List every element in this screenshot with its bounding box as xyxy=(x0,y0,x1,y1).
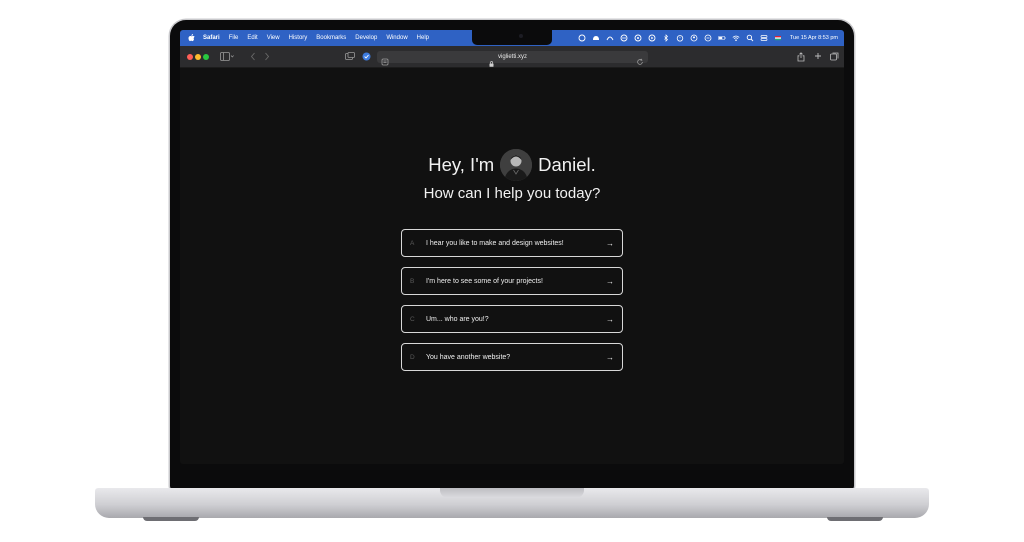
vpn-icon[interactable] xyxy=(704,34,712,42)
play-icon[interactable] xyxy=(648,34,656,42)
apple-menu-icon[interactable] xyxy=(187,34,195,42)
new-tab-icon[interactable] xyxy=(814,52,822,60)
laptop-foot-right xyxy=(827,517,883,521)
safari-toolbar: viglietti.xyz xyxy=(180,46,844,68)
arrow-right-icon: → xyxy=(606,276,614,286)
greeting-name: Daniel. xyxy=(538,154,596,175)
arc-icon[interactable] xyxy=(606,34,614,42)
share-icon[interactable] xyxy=(797,52,805,62)
menubar-clock[interactable]: Tue 15 Apr 8:53 pm xyxy=(790,35,838,41)
arrow-right-icon: → xyxy=(606,238,614,248)
choice-button-c[interactable]: C Um... who are you!? → xyxy=(401,305,623,333)
laptop-thumb-notch xyxy=(440,488,584,498)
user-icon[interactable] xyxy=(690,34,698,42)
laptop-screen: Safari File Edit View History Bookmarks … xyxy=(180,30,844,464)
back-arrow-icon[interactable] xyxy=(250,52,256,61)
sidebar-toggle-icon[interactable] xyxy=(220,52,234,61)
choice-button-b[interactable]: B I'm here to see some of your projects!… xyxy=(401,267,623,295)
camera-icon xyxy=(519,34,523,38)
choice-letter: B xyxy=(410,277,415,285)
menu-bookmarks[interactable]: Bookmarks xyxy=(316,35,346,41)
arrow-right-icon: → xyxy=(606,314,614,324)
choice-letter: D xyxy=(410,353,415,361)
show-all-tabs-icon[interactable] xyxy=(830,52,839,61)
web-page: Hey, I'm Daniel. How can I help you toda… xyxy=(180,68,844,464)
cloud-icon[interactable] xyxy=(578,34,586,42)
menu-app-safari[interactable]: Safari xyxy=(203,35,220,41)
laptop-foot-left xyxy=(143,517,199,521)
menu-edit[interactable]: Edit xyxy=(247,35,257,41)
address-bar[interactable]: viglietti.xyz xyxy=(377,51,648,67)
drive-icon[interactable] xyxy=(634,34,642,42)
page-subtitle: How can I help you today? xyxy=(423,185,601,202)
menu-develop[interactable]: Develop xyxy=(355,35,377,41)
menu-help[interactable]: Help xyxy=(417,35,429,41)
forward-arrow-icon[interactable] xyxy=(264,52,270,61)
minimize-window-button[interactable] xyxy=(195,54,201,60)
sync-icon[interactable] xyxy=(620,34,628,42)
choice-text: I'm here to see some of your projects! xyxy=(426,277,543,285)
avatar xyxy=(500,149,533,181)
search-icon[interactable] xyxy=(746,34,754,42)
extension-icon[interactable] xyxy=(362,52,371,61)
hero-greeting: Hey, I'm Daniel. xyxy=(180,148,844,182)
battery-icon[interactable] xyxy=(718,34,726,42)
choice-button-d[interactable]: D You have another website? → xyxy=(401,343,623,371)
menu-window[interactable]: Window xyxy=(386,35,407,41)
close-window-button[interactable] xyxy=(187,54,193,60)
choice-letter: C xyxy=(410,315,415,323)
choice-text: Um... who are you!? xyxy=(426,315,489,323)
choice-list: A I hear you like to make and design web… xyxy=(401,229,623,381)
laptop-scene: Safari File Edit View History Bookmarks … xyxy=(0,0,1024,542)
greeting-text: Hey, I'm xyxy=(428,154,495,175)
wifi-icon[interactable] xyxy=(732,34,740,42)
tab-overview-icon[interactable] xyxy=(345,52,355,61)
display-notch xyxy=(472,30,552,45)
bluetooth-icon[interactable] xyxy=(662,34,670,42)
menu-history[interactable]: History xyxy=(289,35,308,41)
menu-file[interactable]: File xyxy=(229,35,239,41)
arrow-right-icon: → xyxy=(606,352,614,362)
choice-text: I hear you like to make and design websi… xyxy=(426,239,564,247)
flag-icon[interactable] xyxy=(774,34,782,42)
zoom-window-button[interactable] xyxy=(203,54,209,60)
choice-letter: A xyxy=(410,239,415,247)
timer-icon[interactable] xyxy=(676,34,684,42)
control-center-icon[interactable] xyxy=(760,34,768,42)
choice-text: You have another website? xyxy=(426,353,511,361)
menu-view[interactable]: View xyxy=(267,35,280,41)
creative-cloud-icon[interactable] xyxy=(592,34,600,42)
menubar-status-area: Tue 15 Apr 8:53 pm xyxy=(578,30,838,46)
choice-button-a[interactable]: A I hear you like to make and design web… xyxy=(401,229,623,257)
url-text: viglietti.xyz xyxy=(497,54,527,60)
